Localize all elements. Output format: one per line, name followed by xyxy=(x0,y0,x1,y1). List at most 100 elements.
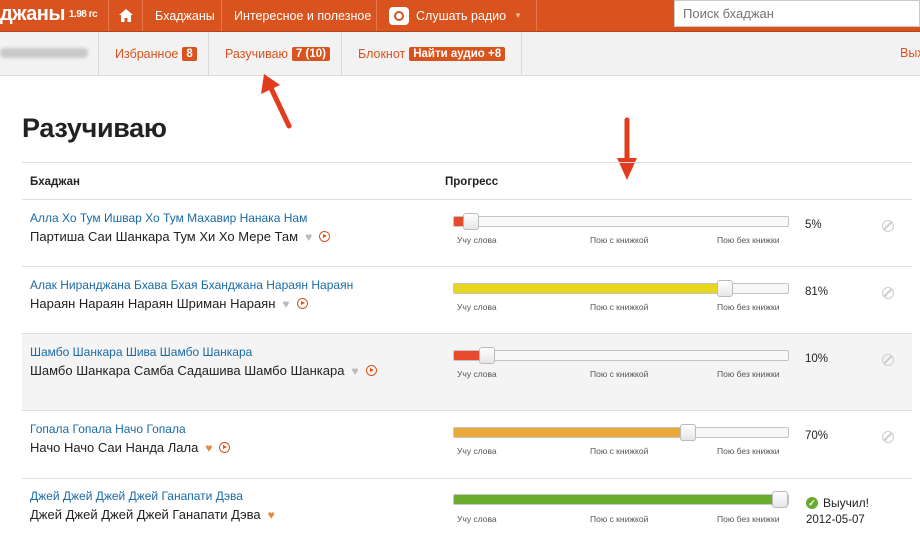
progress-fill xyxy=(454,495,780,504)
progress-percent: 81% xyxy=(805,286,829,298)
table-header: Бхаджан Прогресс xyxy=(22,162,912,200)
nav-radio-label: Слушать радио xyxy=(416,8,507,23)
slider-handle[interactable] xyxy=(479,347,496,364)
tab-favorites[interactable]: Избранное 8 xyxy=(98,32,213,75)
heart-icon[interactable]: ♥ xyxy=(205,442,212,454)
progress-percent: 5% xyxy=(805,219,822,231)
logout-link[interactable]: Вых xyxy=(900,46,920,60)
progress-fill xyxy=(454,284,725,293)
bhajan-subtitle: Шамбо Шанкара Самба Садашива Шамбо Шанка… xyxy=(30,363,377,378)
table-row: Джей Джей Джей Джей Ганапати Дэва Джей Д… xyxy=(22,479,912,541)
table-row: Шамбо Шанкара Шива Шамбо Шанкара Шамбо Ш… xyxy=(22,334,912,411)
username-blurred[interactable] xyxy=(0,48,88,58)
bhajan-subtitle: Джей Джей Джей Джей Ганапати Дэва ♥ xyxy=(30,507,275,522)
slider-handle[interactable] xyxy=(716,280,733,297)
progress-label-with-book: Пою с книжкой xyxy=(590,446,649,456)
top-navigation-bar: джаны 1.98 гс Бхаджаны Интересное и полез… xyxy=(0,0,920,32)
play-icon[interactable] xyxy=(296,298,308,309)
user-subbar: Избранное 8 Разучиваю 7 (10) Блокнот Най… xyxy=(0,32,920,76)
nav-bhajans-label: Бхаджаны xyxy=(155,8,215,23)
tab-learning-label: Разучиваю xyxy=(225,46,288,61)
home-icon xyxy=(118,9,133,22)
play-icon[interactable] xyxy=(319,231,331,242)
table-row: Гопала Гопала Начо Гопала Начо Начо Саи … xyxy=(22,411,912,479)
nav-radio-dropdown[interactable]: Слушать радио ▼ xyxy=(376,0,538,31)
learned-date: 2012-05-07 xyxy=(806,514,865,526)
progress-label-learn-words: Учу слова xyxy=(457,446,497,456)
site-logo[interactable]: джаны 1.98 гс xyxy=(0,3,98,26)
tab-learning[interactable]: Разучиваю 7 (10) xyxy=(208,32,346,75)
slider-handle[interactable] xyxy=(462,213,479,230)
nav-home-button[interactable] xyxy=(108,0,142,31)
column-header-bhajan: Бхаджан xyxy=(30,176,80,188)
progress-slider[interactable] xyxy=(453,213,789,230)
bhajan-subtitle-text: Партиша Саи Шанкара Тум Хи Хо Мере Там xyxy=(30,229,299,244)
learning-count-badge: 7 (10) xyxy=(291,46,330,61)
progress-slider[interactable] xyxy=(453,280,789,297)
tab-favorites-label: Избранное xyxy=(115,46,179,61)
slider-handle[interactable] xyxy=(772,491,788,508)
progress-label-without-book: Пою без книжки xyxy=(717,302,780,312)
heart-icon[interactable]: ♥ xyxy=(282,298,289,310)
learned-status: ✓ Выучил! xyxy=(806,496,869,510)
progress-fill xyxy=(454,428,688,437)
progress-label-with-book: Пою с книжкой xyxy=(590,235,649,245)
progress-label-learn-words: Учу слова xyxy=(457,302,497,312)
radio-icon xyxy=(389,6,409,25)
nav-interesting[interactable]: Интересное и полезное xyxy=(221,0,383,31)
progress-label-learn-words: Учу слова xyxy=(457,514,497,524)
play-icon[interactable] xyxy=(219,442,231,453)
site-version: 1.98 гс xyxy=(68,9,98,20)
bhajan-subtitle-text: Начо Начо Саи Нанда Лала xyxy=(30,440,199,455)
tab-notebook-label: Блокнот xyxy=(358,46,406,61)
play-icon[interactable] xyxy=(365,365,377,376)
bhajan-subtitle-text: Шамбо Шанкара Самба Садашива Шамбо Шанка… xyxy=(30,363,345,378)
progress-label-learn-words: Учу слова xyxy=(457,235,497,245)
progress-label-without-book: Пою без книжки xyxy=(717,446,780,456)
nav-interesting-label: Интересное и полезное xyxy=(234,8,372,23)
nav-bhajans[interactable]: Бхаджаны xyxy=(142,0,227,31)
column-header-progress: Прогресс xyxy=(445,176,499,188)
favorites-count-badge: 8 xyxy=(182,46,197,61)
remove-icon[interactable] xyxy=(882,354,894,366)
page-title: Разучиваю xyxy=(22,113,167,143)
bhajan-subtitle-text: Джей Джей Джей Джей Ганапати Дэва xyxy=(30,507,261,522)
progress-label-learn-words: Учу слова xyxy=(457,369,497,379)
bhajan-title-link[interactable]: Шамбо Шанкара Шива Шамбо Шанкара xyxy=(30,345,252,359)
progress-percent: 10% xyxy=(805,353,829,365)
remove-icon[interactable] xyxy=(882,287,894,299)
progress-label-without-book: Пою без книжки xyxy=(717,514,780,524)
progress-percent: 70% xyxy=(805,430,829,442)
table-row: Алла Хо Тум Ишвар Хо Тум Махавир Нанака … xyxy=(22,200,912,267)
progress-slider[interactable] xyxy=(453,424,789,441)
site-name: джаны xyxy=(0,3,65,25)
progress-slider[interactable] xyxy=(453,347,789,364)
progress-label-with-book: Пою с книжкой xyxy=(590,369,649,379)
tab-notebook[interactable]: Блокнот Найти аудио +8 xyxy=(341,32,523,75)
annotation-arrow-icon xyxy=(261,74,292,129)
bhajan-title-link[interactable]: Гопала Гопала Начо Гопала xyxy=(30,422,186,436)
bhajan-subtitle-text: Нараян Нараян Нараян Шриман Нараян xyxy=(30,296,276,311)
progress-label-with-book: Пою с книжкой xyxy=(590,514,649,524)
heart-icon[interactable]: ♥ xyxy=(351,365,358,377)
heart-icon[interactable]: ♥ xyxy=(305,231,312,243)
check-icon: ✓ xyxy=(806,497,818,509)
progress-label-without-book: Пою без книжки xyxy=(717,369,780,379)
progress-label-without-book: Пою без книжки xyxy=(717,235,780,245)
find-audio-badge[interactable]: Найти аудио +8 xyxy=(409,46,506,61)
bhajan-subtitle: Начо Начо Саи Нанда Лала ♥ xyxy=(30,440,231,455)
remove-icon[interactable] xyxy=(882,220,894,232)
progress-slider[interactable] xyxy=(453,491,789,508)
search-input[interactable] xyxy=(674,0,920,27)
bhajan-title-link[interactable]: Алак Ниранджана Бхава Бхая Бханджана Нар… xyxy=(30,278,353,292)
chevron-down-icon: ▼ xyxy=(514,11,523,20)
learned-text: Выучил! xyxy=(823,496,869,510)
remove-icon[interactable] xyxy=(882,431,894,443)
table-row: Алак Ниранджана Бхава Бхая Бханджана Нар… xyxy=(22,267,912,334)
slider-handle[interactable] xyxy=(679,424,696,441)
bhajan-title-link[interactable]: Алла Хо Тум Ишвар Хо Тум Махавир Нанака … xyxy=(30,211,307,225)
bhajan-title-link[interactable]: Джей Джей Джей Джей Ганапати Дэва xyxy=(30,489,243,503)
bhajan-subtitle: Нараян Нараян Нараян Шриман Нараян ♥ xyxy=(30,296,308,311)
heart-icon[interactable]: ♥ xyxy=(268,509,275,521)
progress-label-with-book: Пою с книжкой xyxy=(590,302,649,312)
